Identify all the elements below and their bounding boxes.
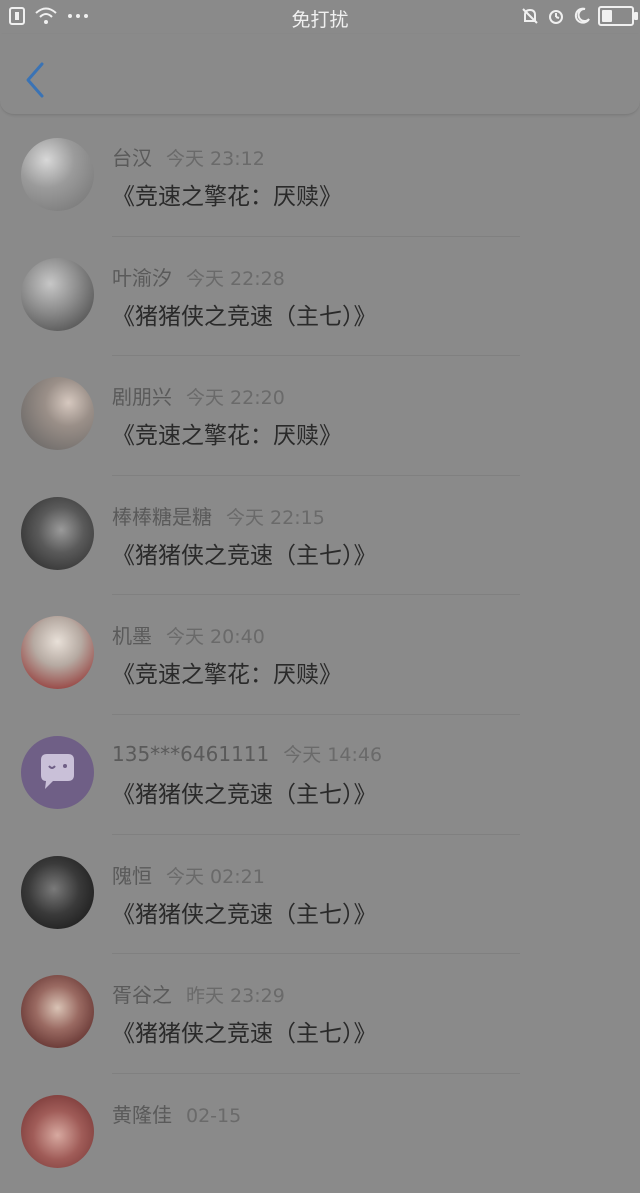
sender-name: 台汉 今天 23:12 bbox=[112, 142, 265, 171]
chevron-left-icon bbox=[26, 62, 44, 98]
list-item[interactable]: 棒棒糖是糖 今天 22:15 《猪猪侠之竞速（主七）》 bbox=[0, 476, 640, 596]
sender-name-text: 机墨 bbox=[112, 624, 152, 649]
sender-name-text: 台汉 bbox=[112, 146, 152, 170]
message-text: 《竞速之擎花：厌赎》 bbox=[112, 184, 342, 210]
list-item[interactable]: 台汉 今天 23:12 《竞速之擎花：厌赎》 bbox=[0, 117, 640, 237]
sender-name-text: 叶渝汐 bbox=[112, 265, 172, 290]
back-button[interactable] bbox=[20, 60, 50, 100]
battery-fill bbox=[602, 10, 612, 22]
message-time: 今天 02:21 bbox=[166, 865, 265, 888]
moon-icon bbox=[574, 7, 590, 24]
message-list: 台汉 今天 23:12 《竞速之擎花：厌赎》 叶渝汐 今天 22:28 《猪猪侠之竞… bbox=[0, 117, 640, 1193]
avatar bbox=[21, 735, 94, 809]
sender-name-text: 剧朋兴 bbox=[112, 385, 172, 410]
avatar bbox=[21, 855, 94, 929]
status-right bbox=[520, 6, 638, 26]
message-text: 《竞速之擎花：厌赎》 bbox=[112, 662, 342, 689]
avatar bbox=[21, 257, 94, 331]
sender-name: 棒棒糖是糖 今天 22:15 bbox=[112, 501, 325, 530]
list-item[interactable]: 剧朋兴 今天 22:20 《竞速之擎花：厌赎》 bbox=[0, 356, 640, 476]
status-bar: 免打扰 bbox=[0, 0, 640, 34]
sender-name: 隗恒 今天 02:21 bbox=[112, 860, 265, 889]
alarm-icon bbox=[549, 10, 563, 24]
message-time: 今天 22:20 bbox=[186, 387, 285, 410]
message-time: 今天 20:40 bbox=[166, 626, 265, 649]
avatar bbox=[21, 377, 94, 451]
list-item[interactable]: 黄隆佳 02-15 bbox=[0, 1074, 640, 1193]
message-time: 昨天 23:29 bbox=[186, 985, 285, 1008]
avatar bbox=[21, 616, 94, 690]
sender-name: 135***6461111 今天 14:46 bbox=[112, 740, 382, 767]
list-item[interactable]: 胥谷之 昨天 23:29 《猪猪侠之竞速（主七）》 bbox=[0, 954, 640, 1074]
header bbox=[0, 34, 640, 115]
message-text: 《猪猪侠之竞速（主七）》 bbox=[112, 901, 377, 928]
sender-name: 剧朋兴 今天 22:20 bbox=[112, 381, 285, 410]
avatar bbox=[21, 496, 94, 570]
list-item[interactable]: 隗恒 今天 02:21 《猪猪侠之竞速（主七）》 bbox=[0, 835, 640, 955]
message-time: 今天 22:28 bbox=[186, 267, 285, 290]
avatar bbox=[21, 138, 94, 211]
sender-name: 黄隆佳 02-15 bbox=[112, 1099, 241, 1128]
sender-name-text: 隗恒 bbox=[112, 863, 152, 888]
mute-bell-icon bbox=[522, 8, 538, 24]
message-text: 《猪猪侠之竞速（主七）》 bbox=[112, 303, 377, 330]
sender-name-text: 棒棒糖是糖 bbox=[112, 504, 212, 529]
list-item[interactable]: 叶渝汐 今天 22:28 《猪猪侠之竞速（主七）》 bbox=[0, 237, 640, 357]
list-item[interactable]: 机墨 今天 20:40 《竞速之擎花：厌赎》 bbox=[0, 595, 640, 715]
message-time: 今天 14:46 bbox=[283, 743, 383, 766]
sender-name: 机墨 今天 20:40 bbox=[112, 620, 265, 649]
message-text: 《猪猪侠之竞速（主七）》 bbox=[112, 781, 377, 808]
sender-name: 叶渝汐 今天 22:28 bbox=[112, 262, 285, 291]
list-item[interactable]: 135***6461111 今天 14:46 《猪猪侠之竞速（主七）》 bbox=[0, 715, 640, 835]
battery-icon bbox=[598, 6, 638, 26]
message-time: 02-15 bbox=[186, 1104, 242, 1127]
message-time: 今天 22:15 bbox=[226, 506, 325, 529]
battery-cap bbox=[634, 12, 638, 20]
sender-name: 胥谷之 昨天 23:29 bbox=[112, 979, 285, 1008]
message-text: 《猪猪侠之竞速（主七）》 bbox=[112, 1021, 377, 1048]
sender-name-text: 黄隆佳 bbox=[112, 1102, 172, 1127]
sender-name-text: 135***6461111 bbox=[112, 741, 270, 766]
sender-name-text: 胥谷之 bbox=[112, 983, 172, 1008]
message-time: 今天 23:12 bbox=[166, 148, 265, 170]
message-text: 《竞速之擎花：厌赎》 bbox=[112, 423, 342, 450]
avatar bbox=[21, 1094, 94, 1168]
chat-bubble-icon bbox=[41, 753, 74, 789]
avatar bbox=[21, 975, 94, 1049]
message-text: 《猪猪侠之竞速（主七）》 bbox=[112, 542, 377, 569]
